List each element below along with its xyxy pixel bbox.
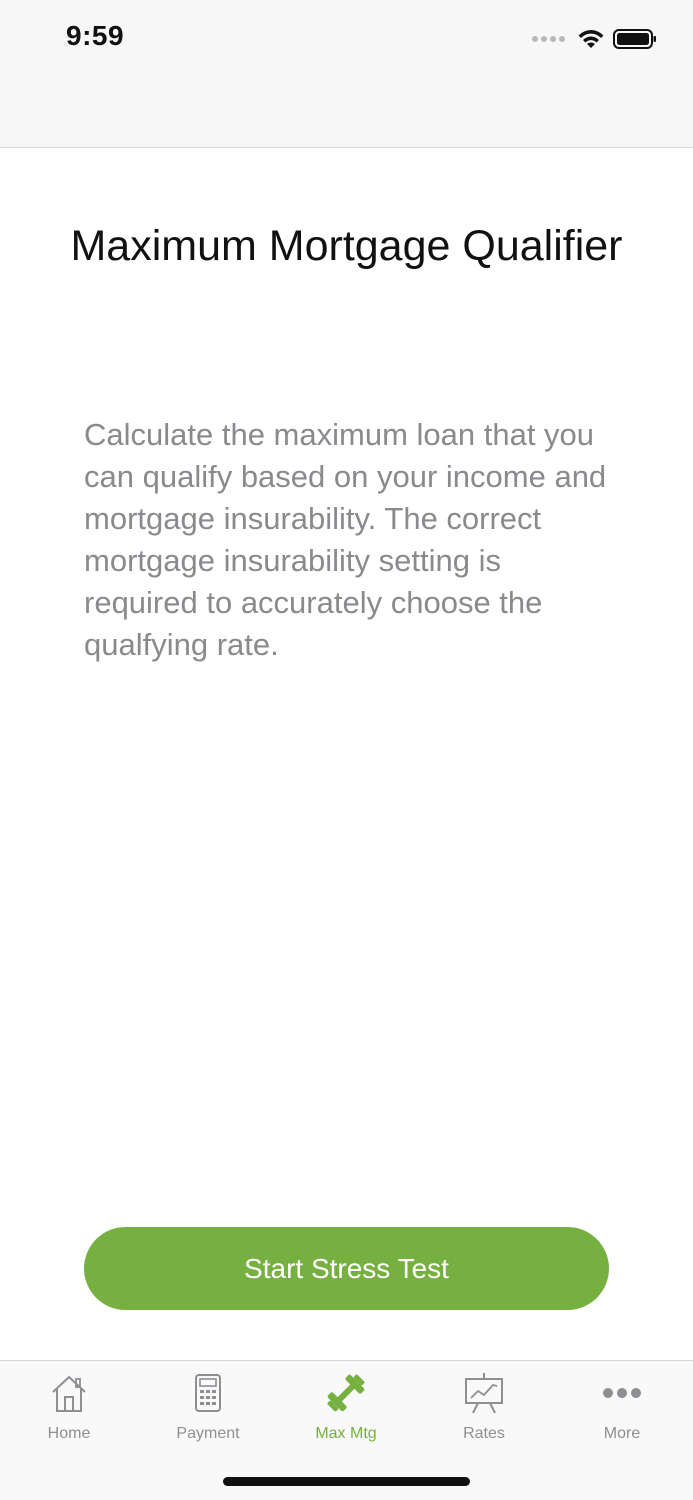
tab-label: Payment — [176, 1425, 240, 1442]
chart-board-icon — [465, 1373, 503, 1414]
start-stress-test-button[interactable]: Start Stress Test — [84, 1227, 609, 1310]
status-time: 9:59 — [66, 20, 125, 51]
signal-dots-icon — [532, 36, 565, 42]
description-text: Calculate the maximum loan that you can … — [84, 417, 607, 662]
tab-label: More — [603, 1425, 641, 1442]
tab-label: Home — [47, 1425, 91, 1442]
home-indicator — [223, 1477, 470, 1486]
tab-max-mtg[interactable]: Max Mtg — [291, 1371, 401, 1451]
tab-home[interactable]: Home — [14, 1371, 124, 1451]
calculator-icon — [195, 1374, 221, 1412]
status-bar: 9:59 — [0, 0, 693, 148]
wifi-icon — [578, 30, 604, 48]
house-icon — [52, 1375, 86, 1412]
tab-rates[interactable]: Rates — [429, 1371, 539, 1451]
tab-more[interactable]: More — [567, 1371, 677, 1451]
battery-icon — [613, 29, 656, 49]
tab-label: Max Mtg — [315, 1425, 377, 1442]
dumbbell-icon — [327, 1374, 365, 1412]
status-icons — [532, 26, 657, 52]
tab-label: Rates — [463, 1425, 505, 1442]
tab-payment[interactable]: Payment — [153, 1371, 263, 1451]
ellipsis-icon — [603, 1388, 641, 1398]
page-title: Maximum Mortgage Qualifier — [70, 222, 623, 270]
